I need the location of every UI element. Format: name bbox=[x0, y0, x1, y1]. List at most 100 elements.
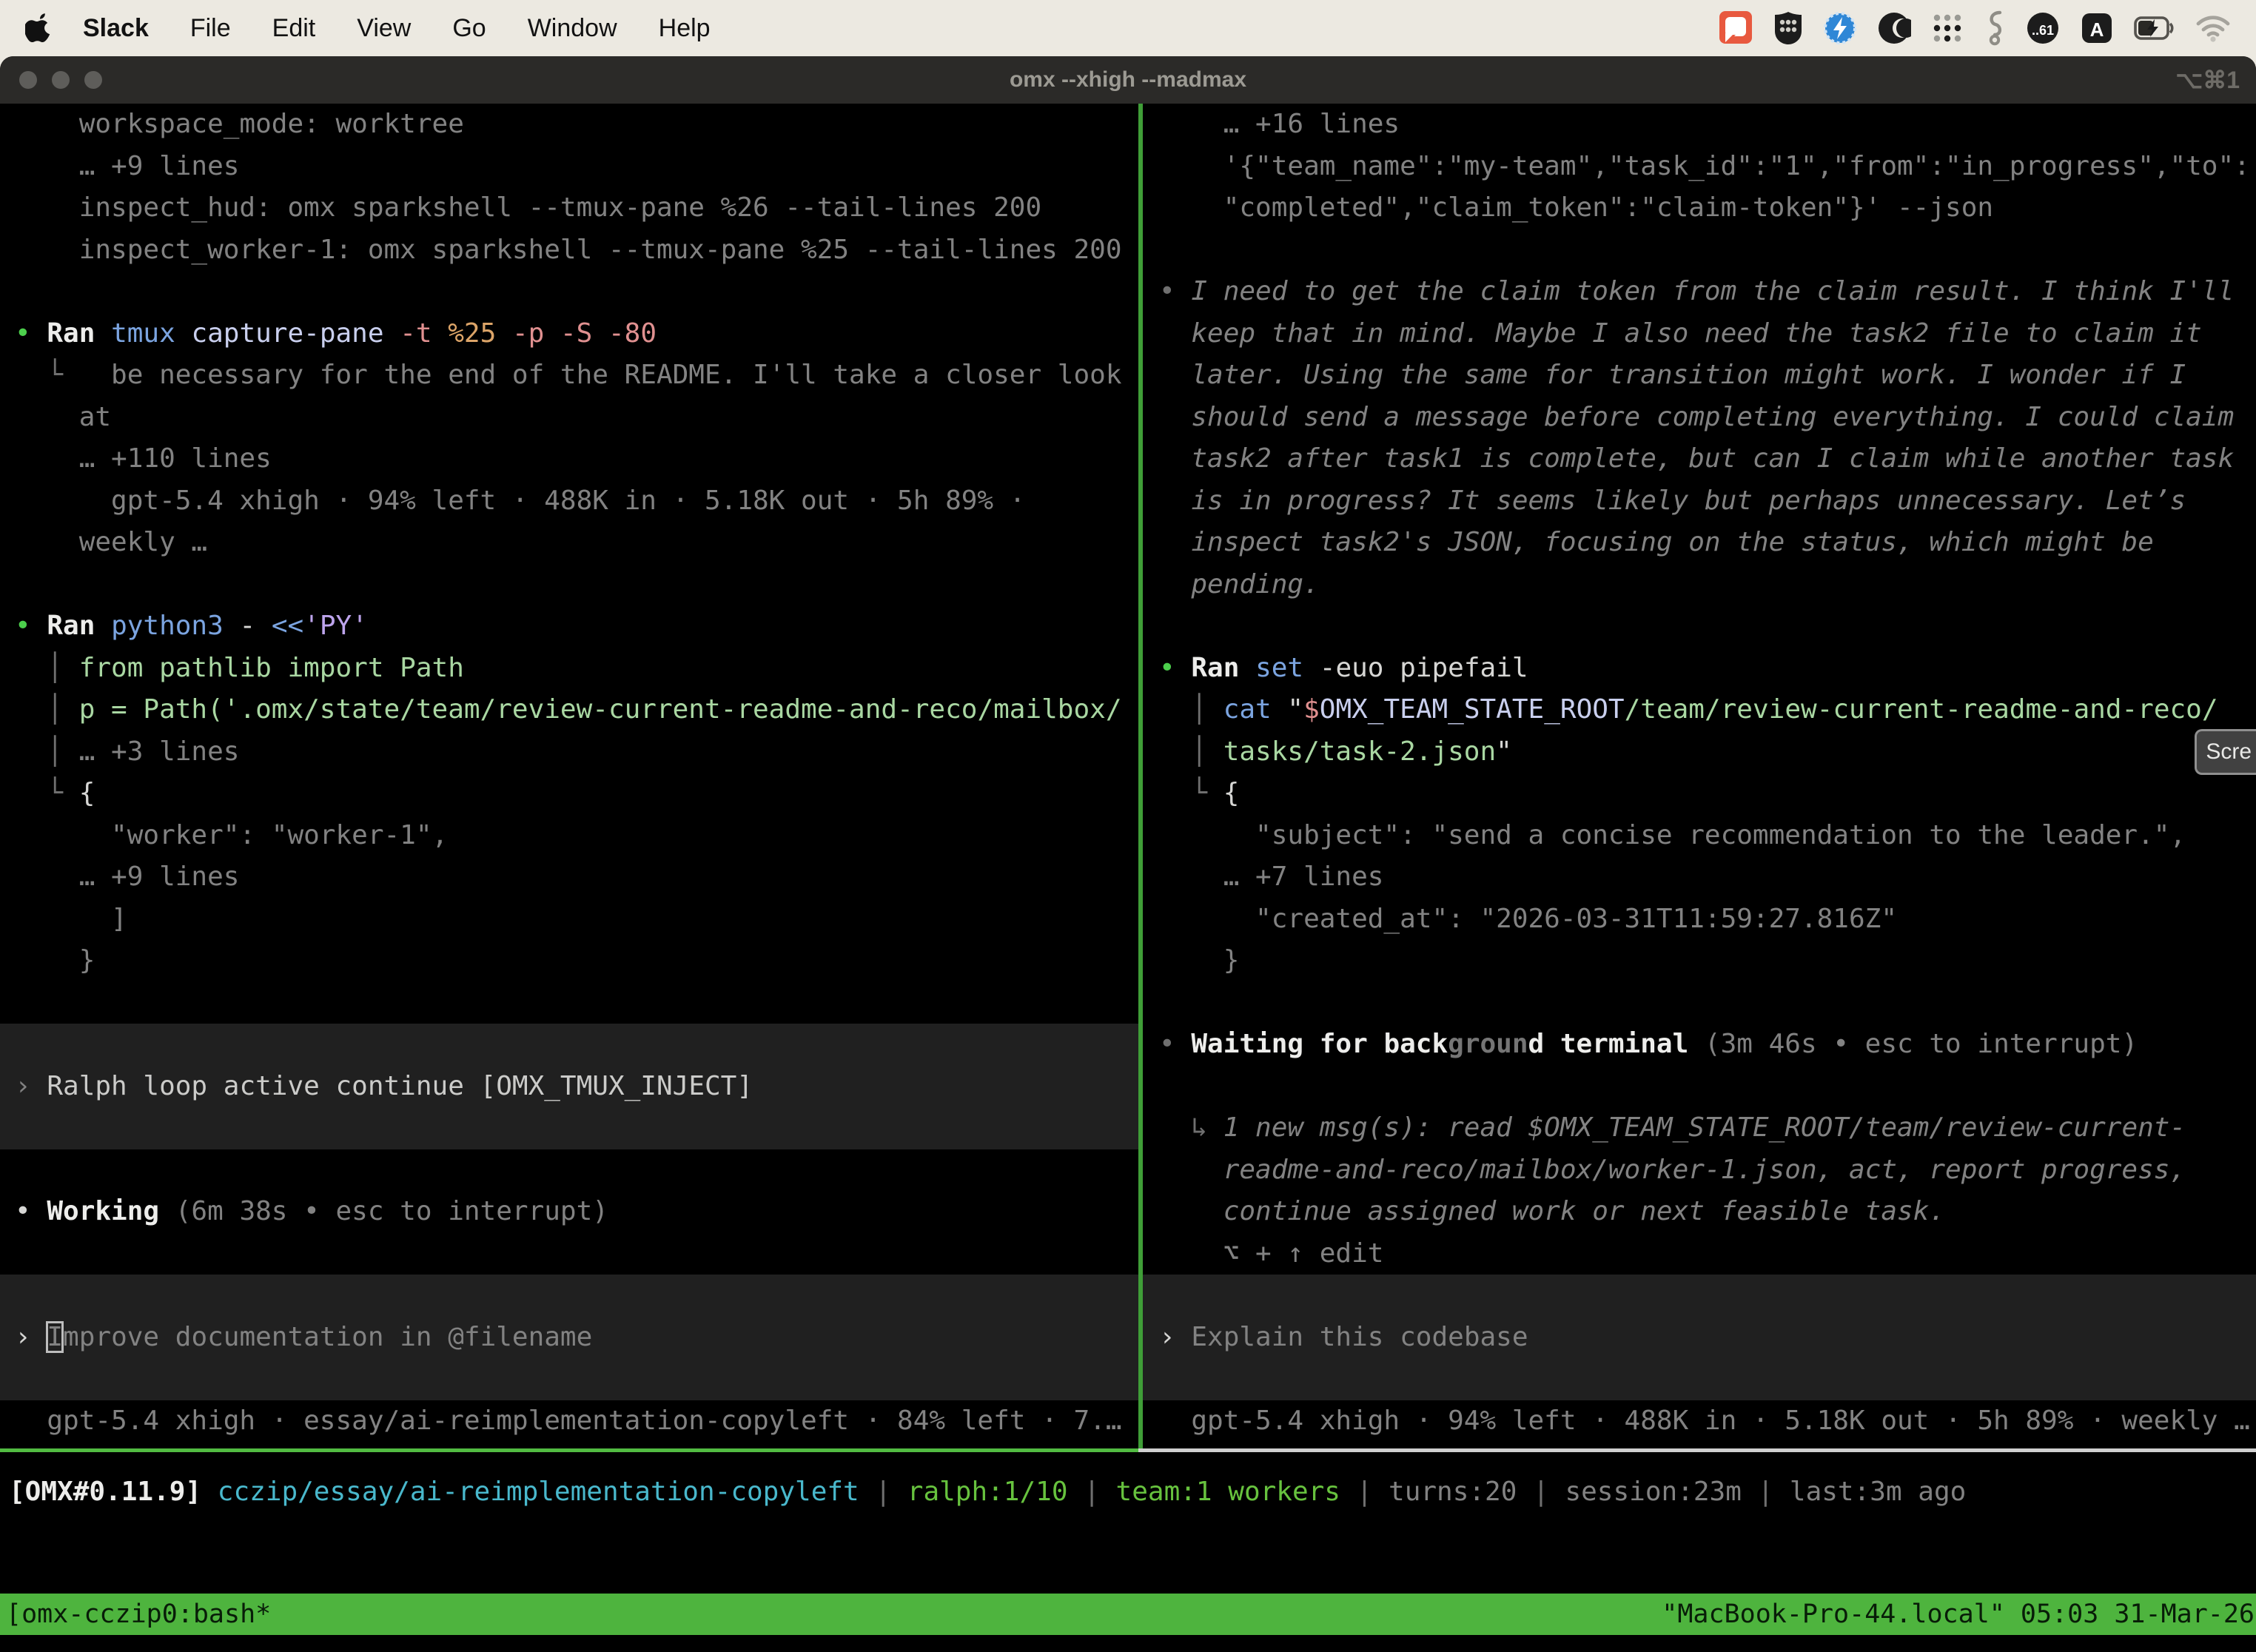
text-segment: Working bbox=[47, 1196, 175, 1226]
text-segment: • bbox=[15, 318, 47, 349]
terminal-line: } bbox=[1143, 940, 2256, 982]
text-segment: " bbox=[1496, 736, 1512, 767]
menu-item-go[interactable]: Go bbox=[452, 14, 486, 43]
terminal-line: "subject": "send a concise recommendatio… bbox=[1143, 815, 2256, 857]
text-segment: should send a message before completing … bbox=[1159, 402, 2234, 432]
terminal-line: task2 after task1 is complete, but can I… bbox=[1143, 438, 2256, 480]
text-segment: cat bbox=[1223, 694, 1288, 725]
text-segment: - bbox=[239, 611, 271, 641]
text-segment: } bbox=[1159, 945, 1239, 976]
terminal-line: continue assigned work or next feasible … bbox=[1143, 1191, 2256, 1233]
menu-item-file[interactable]: File bbox=[190, 14, 231, 43]
text-segment: … +16 lines bbox=[1159, 109, 1400, 139]
prompt-input-right[interactable]: › Explain this codebase bbox=[1143, 1317, 2256, 1359]
keyboard-a-icon[interactable]: A bbox=[2080, 10, 2114, 47]
text-segment: | bbox=[1533, 1477, 1565, 1507]
menu-item-help[interactable]: Help bbox=[659, 14, 711, 43]
text-segment: continue assigned work or next feasible … bbox=[1159, 1196, 1945, 1226]
text-segment: └ bbox=[1159, 778, 1223, 808]
text-segment: ralph:1/10 bbox=[907, 1477, 1084, 1507]
terminal-line bbox=[0, 271, 1138, 313]
terminal-line bbox=[0, 982, 1138, 1024]
text-segment: gpt-5.4 xhigh · essay/ai-reimplementatio… bbox=[15, 1406, 1122, 1436]
text-segment: OMX_TEAM_STATE_ROOT bbox=[1320, 694, 1625, 725]
window-titlebar[interactable]: omx --xhigh --madmax ⌥⌘1 bbox=[0, 56, 2256, 104]
window-shortcut-hint: ⌥⌘1 bbox=[2175, 66, 2240, 94]
terminal-line: └ be necessary for the end of the README… bbox=[0, 355, 1138, 397]
svg-text:A: A bbox=[2090, 19, 2104, 41]
text-segment: … +9 lines bbox=[15, 862, 239, 892]
tmux-status-bar: [omx-cczip0:bash* "MacBook-Pro-44.local"… bbox=[0, 1594, 2256, 1635]
keypad-shield-icon[interactable] bbox=[1773, 10, 1803, 47]
crescent-icon[interactable] bbox=[1877, 10, 1911, 47]
text-segment: "subject": "send a concise recommendatio… bbox=[1159, 820, 2186, 850]
terminal-line: at bbox=[0, 397, 1138, 439]
terminal-line: ⌥ + ↑ edit bbox=[1143, 1233, 2256, 1275]
menu-bar: Slack File Edit View Go Window Help ..61 A bbox=[0, 0, 2256, 56]
terminal-line: ] bbox=[0, 899, 1138, 941]
window-title: omx --xhigh --madmax bbox=[0, 67, 2256, 93]
apple-icon[interactable] bbox=[25, 10, 50, 47]
terminal-line: • Working (6m 38s • esc to interrupt) bbox=[0, 1191, 1138, 1233]
terminal-line: pending. bbox=[1143, 564, 2256, 606]
menu-item-window[interactable]: Window bbox=[528, 14, 617, 43]
text-segment: -euo pipefail bbox=[1320, 653, 1528, 683]
menu-item-slack[interactable]: Slack bbox=[83, 14, 149, 43]
text-segment: "worker": "worker-1", bbox=[15, 820, 448, 850]
terminal-line: is in progress? It seems likely but perh… bbox=[1143, 480, 2256, 523]
text-segment: inspect_hud: omx sparkshell --tmux-pane … bbox=[15, 192, 1041, 223]
text-segment: set bbox=[1255, 653, 1320, 683]
omx-status-line: [OMX#0.11.9] cczip/essay/ai-reimplementa… bbox=[0, 1471, 2256, 1514]
left-terminal-pane[interactable]: workspace_mode: worktree … +9 lines insp… bbox=[0, 104, 1138, 1448]
dots-grid-icon[interactable] bbox=[1931, 10, 1964, 47]
text-segment: task2 after task1 is complete, but can I… bbox=[1159, 443, 2234, 474]
screenshot-thumbnail[interactable]: Scre bbox=[2195, 729, 2256, 775]
text-segment: tmux bbox=[111, 318, 191, 349]
right-terminal-pane[interactable]: … +16 lines '{"team_name":"my-team","tas… bbox=[1143, 104, 2256, 1448]
menu-item-edit[interactable]: Edit bbox=[272, 14, 316, 43]
text-segment: mprove documentation in @filename bbox=[63, 1322, 592, 1352]
text-segment: d terminal bbox=[1528, 1029, 1705, 1059]
prompt-input-left[interactable]: › Improve documentation in @filename bbox=[0, 1317, 1138, 1359]
terminal-line: readme-and-reco/mailbox/worker-1.json, a… bbox=[1143, 1149, 2256, 1192]
squiggle-icon[interactable] bbox=[1984, 10, 2006, 47]
text-cursor: I bbox=[47, 1322, 63, 1352]
text-segment: | bbox=[1758, 1477, 1790, 1507]
chat-bubble-icon[interactable] bbox=[1718, 10, 1753, 47]
terminal-line bbox=[1143, 605, 2256, 648]
text-segment: │ bbox=[1159, 736, 1223, 767]
lightning-badge-icon[interactable] bbox=[1823, 10, 1857, 47]
text-segment: -t bbox=[400, 318, 448, 349]
terminal-line bbox=[0, 1358, 1138, 1400]
terminal-line: │ from pathlib import Path bbox=[0, 648, 1138, 690]
terminal-window: omx --xhigh --madmax ⌥⌘1 workspace_mode:… bbox=[0, 56, 2256, 1652]
terminal-line: ↳ 1 new msg(s): read $OMX_TEAM_STATE_ROO… bbox=[1143, 1107, 2256, 1149]
text-segment: cczip/essay/ai-reimplementation-copyleft bbox=[218, 1477, 876, 1507]
terminal-line: • Waiting for background terminal (3m 46… bbox=[1143, 1024, 2256, 1066]
text-segment: │ bbox=[15, 653, 79, 683]
badge-61-icon[interactable]: ..61 bbox=[2026, 10, 2060, 47]
terminal-line bbox=[0, 1233, 1138, 1275]
terminal-line: inspect_hud: omx sparkshell --tmux-pane … bbox=[0, 187, 1138, 229]
text-segment: at bbox=[15, 402, 111, 432]
text-segment: '{"team_name":"my-team","task_id":"1","f… bbox=[1159, 151, 2250, 181]
text-segment: (3m 46s • esc to interrupt) bbox=[1705, 1029, 2138, 1059]
menu-item-view[interactable]: View bbox=[357, 14, 411, 43]
terminal-line: "completed","claim_token":"claim-token"}… bbox=[1143, 187, 2256, 229]
text-segment: "created_at": "2026-03-31T11:59:27.816Z" bbox=[1159, 904, 1897, 934]
terminal-line: workspace_mode: worktree bbox=[0, 104, 1138, 146]
terminal-line: │ cat "$OMX_TEAM_STATE_ROOT/team/review-… bbox=[1143, 689, 2256, 731]
text-segment: … +7 lines bbox=[1159, 862, 1383, 892]
text-segment: (6m 38s • esc to interrupt) bbox=[175, 1196, 608, 1226]
battery-icon[interactable] bbox=[2134, 10, 2175, 47]
screenshot-thumbnail-label: Scre bbox=[2206, 739, 2252, 765]
text-segment: p = Path('.omx/state/team/review-current… bbox=[79, 694, 1122, 725]
text-segment: | bbox=[1357, 1477, 1389, 1507]
text-segment: 1 new msg(s): read $OMX_TEAM_STATE_ROOT/… bbox=[1223, 1112, 2186, 1143]
text-segment: python3 bbox=[111, 611, 239, 641]
terminal-line bbox=[0, 1275, 1138, 1317]
text-segment: last:3m ago bbox=[1790, 1477, 1966, 1507]
ralph-loop-status[interactable]: › Ralph loop active continue [OMX_TMUX_I… bbox=[0, 1066, 1138, 1108]
wifi-icon[interactable] bbox=[2195, 10, 2231, 47]
text-segment: [OMX#0.11.9] bbox=[9, 1477, 218, 1507]
